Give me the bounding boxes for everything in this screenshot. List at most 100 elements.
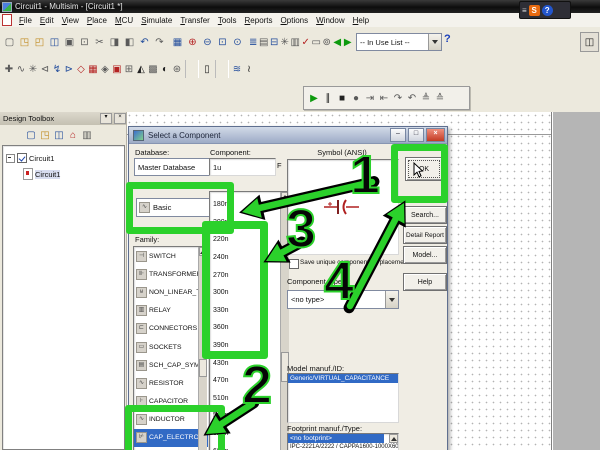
undo-icon[interactable]: ↶ <box>137 34 152 50</box>
place-source-icon[interactable]: ✚ <box>3 60 15 78</box>
open-icon[interactable]: ◳ <box>38 128 52 142</box>
family-item-connectors[interactable]: ⊏ CONNECTORS <box>134 320 208 338</box>
place-transistor-icon[interactable]: ⊲ <box>39 60 51 78</box>
tree-checkbox[interactable] <box>17 153 27 163</box>
new-file-icon[interactable]: ▢ <box>2 34 17 50</box>
copy-icon[interactable]: ◨ <box>107 34 122 50</box>
dialog-title-bar[interactable]: Select a Component – □ × <box>129 127 447 144</box>
zoom-in-icon[interactable]: ⊕ <box>185 34 200 50</box>
menu-item[interactable]: Options <box>277 16 313 25</box>
save-icon[interactable]: ◫ <box>47 34 62 50</box>
new-sheet-icon[interactable]: ▢ <box>24 128 38 142</box>
menu-item[interactable]: Tools <box>214 16 241 25</box>
input-method-badge[interactable]: ≡ S ? <box>519 1 571 19</box>
menu-item[interactable]: File <box>15 16 36 25</box>
place-power-icon[interactable]: ⊞ <box>123 60 135 78</box>
scroll-up-icon[interactable] <box>389 434 398 443</box>
pause-at-next-mcu-button[interactable]: ● <box>349 90 363 106</box>
pause-button[interactable]: ∥ <box>321 90 335 106</box>
ime-menu-icon[interactable]: ≡ <box>522 6 527 15</box>
search-button[interactable]: Search... <box>403 206 447 224</box>
place-rf-icon[interactable]: ◐ <box>159 60 171 78</box>
family-item-switch[interactable]: ⊣ SWITCH <box>134 247 208 265</box>
panel-menu-button[interactable]: ▾ <box>100 113 112 124</box>
variant-manager-icon[interactable]: ▥ <box>290 34 301 50</box>
close-sheet-icon[interactable]: ⌂ <box>66 128 80 142</box>
ime-sogou-icon[interactable]: S <box>528 4 540 16</box>
separator[interactable] <box>185 60 199 78</box>
tree-expander-icon[interactable] <box>6 153 15 163</box>
chevron-down-icon[interactable] <box>385 291 398 308</box>
postprocessor-icon[interactable]: ⊚ <box>322 34 333 50</box>
ime-help-icon[interactable]: ? <box>541 4 553 16</box>
dialog-minimize-button[interactable]: – <box>390 128 406 142</box>
toggle-breakpoint-button[interactable]: ≜ <box>419 90 433 106</box>
document-icon[interactable] <box>2 14 12 26</box>
menu-item[interactable]: Place <box>83 16 111 25</box>
tree-root-row[interactable]: Circuit1 <box>3 150 124 166</box>
redo-icon[interactable]: ↷ <box>152 34 167 50</box>
door-icon[interactable]: ◫ <box>580 32 599 52</box>
erc-check-icon[interactable]: ✓ <box>301 34 312 50</box>
family-item-sch-cap-syms[interactable]: ▤ SCH_CAP_SYMS <box>134 356 208 374</box>
menu-item[interactable]: View <box>58 16 83 25</box>
fullscreen-icon[interactable]: ▦ <box>170 34 185 50</box>
save-icon[interactable]: ◫ <box>52 128 66 142</box>
step-out-button[interactable]: ↷ <box>391 90 405 106</box>
step-into-button[interactable]: ⇥ <box>363 90 377 106</box>
model-button[interactable]: Model... <box>403 246 447 264</box>
scrollbar-thumb[interactable] <box>199 359 207 377</box>
model-manuf-list[interactable]: Generic/VIRTUAL_CAPACITANCE <box>287 373 399 423</box>
place-analog-icon[interactable]: ↯ <box>51 60 63 78</box>
place-connector-icon[interactable]: ▯ <box>201 60 213 78</box>
help-button[interactable]: Help <box>403 273 447 291</box>
design-toolbox-icon[interactable]: ≣ <box>248 34 259 50</box>
menu-item[interactable]: Reports <box>241 16 277 25</box>
place-diode-icon[interactable]: ✳ <box>27 60 39 78</box>
family-item-relay[interactable]: ▥ RELAY <box>134 302 208 320</box>
menu-item[interactable]: Transfer <box>176 16 214 25</box>
place-ttl-icon[interactable]: ⊳ <box>63 60 75 78</box>
place-basic-icon[interactable]: ∿ <box>15 60 27 78</box>
tree-child-row[interactable]: Circuit1 <box>3 166 124 182</box>
save-unique-checkbox[interactable] <box>289 259 299 269</box>
zoom-out-icon[interactable]: ⊖ <box>200 34 215 50</box>
help-icon[interactable]: ? <box>444 33 451 45</box>
place-mixed-icon[interactable]: ◈ <box>99 60 111 78</box>
menu-item[interactable]: Edit <box>36 16 58 25</box>
footprint-value[interactable]: <no footprint> <box>288 434 384 443</box>
menu-item[interactable]: Window <box>312 16 348 25</box>
menu-item[interactable]: Help <box>349 16 373 25</box>
rename-icon[interactable]: ▥ <box>80 128 94 142</box>
print-icon[interactable]: ▣ <box>62 34 77 50</box>
family-item-transformer[interactable]: ⊪ TRANSFORMER <box>134 265 208 283</box>
cut-icon[interactable]: ✂ <box>92 34 107 50</box>
separator[interactable] <box>215 60 229 78</box>
zoom-area-icon[interactable]: ⊡ <box>215 34 230 50</box>
open-file-icon[interactable]: ◳ <box>17 34 32 50</box>
zoom-fit-icon[interactable]: ⊙ <box>230 34 245 50</box>
chevron-down-icon[interactable] <box>428 34 441 50</box>
component-input[interactable]: 1u <box>209 158 276 176</box>
family-item-non-linear-transf[interactable]: ⊎ NON_LINEAR_TRANSF <box>134 283 208 301</box>
menu-item[interactable]: MCU <box>111 16 137 25</box>
place-electromechanical-icon[interactable]: ⊛ <box>171 60 183 78</box>
bus-icon[interactable]: ≀ <box>243 60 255 78</box>
family-item-sockets[interactable]: ▭ SOCKETS <box>134 338 208 356</box>
print-preview-icon[interactable]: ⊡ <box>77 34 92 50</box>
spreadsheet-view-icon[interactable]: ▤ <box>259 34 270 50</box>
dialog-close-button[interactable]: × <box>426 128 445 142</box>
place-advanced-peripherals-icon[interactable]: ▩ <box>147 60 159 78</box>
footprint-value-2[interactable]: IPC-2221A/2222 / CAPPA1600-1000X600 <box>288 443 398 450</box>
place-cmos-icon[interactable]: ◇ <box>75 60 87 78</box>
tree-child-label[interactable]: Circuit1 <box>35 169 61 179</box>
menu-item[interactable]: Simulate <box>137 16 176 25</box>
place-indicator-icon[interactable]: ▣ <box>111 60 123 78</box>
tree-root-label[interactable]: Circuit1 <box>29 154 54 163</box>
place-misc-digital-icon[interactable]: ▦ <box>87 60 99 78</box>
remove-breakpoints-button[interactable]: ≙ <box>433 90 447 106</box>
step-over-button[interactable]: ⇤ <box>377 90 391 106</box>
paste-icon[interactable]: ◧ <box>122 34 137 50</box>
open-sample-icon[interactable]: ◰ <box>32 34 47 50</box>
dialog-maximize-button[interactable]: □ <box>408 128 424 142</box>
